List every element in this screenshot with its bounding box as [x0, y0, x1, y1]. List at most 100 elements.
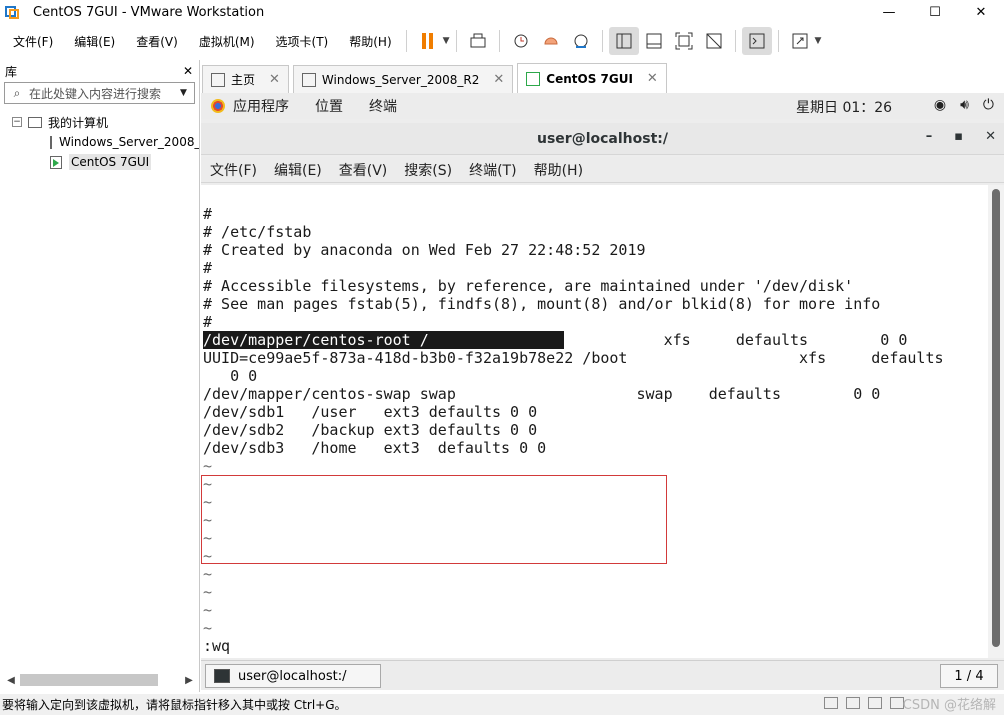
computer-icon: [28, 116, 42, 128]
snapshot-manager-icon: [574, 34, 588, 48]
library-title: 库: [5, 64, 18, 79]
terminal-menu-search[interactable]: 搜索(S): [404, 160, 452, 180]
tree-item-windows-server[interactable]: Windows_Server_2008_R2: [0, 132, 199, 152]
menu-help[interactable]: 帮助(H): [336, 33, 399, 50]
terminal-menu-help[interactable]: 帮助(H): [534, 160, 583, 180]
stretch-icon: [792, 33, 808, 49]
hard-disk-icon[interactable]: [824, 697, 838, 709]
menu-vm[interactable]: 虚拟机(M): [186, 33, 263, 50]
terminal-menu-file[interactable]: 文件(F): [210, 160, 257, 180]
send-ctrl-alt-del-button[interactable]: [463, 27, 493, 55]
library-horizontal-scrollbar[interactable]: ◀ ▶: [4, 672, 196, 688]
revert-snapshot-button[interactable]: [536, 27, 566, 55]
toolbar-separator: [601, 30, 603, 52]
library-search-input[interactable]: ⌕ 在此处键入内容进行搜索 ▼: [4, 82, 195, 104]
tree-item-label: Windows_Server_2008_R2: [59, 135, 199, 149]
gnome-menu-places[interactable]: 位置: [315, 96, 343, 116]
library-tree: − 我的计算机 Windows_Server_2008_R2 CentOS 7G…: [0, 112, 199, 172]
gnome-clock[interactable]: 星期日 01：26: [796, 97, 892, 117]
guest-display[interactable]: 应用程序 位置 终端 星期日 01：26 ◉ 🔊︎ ⏻ user@localho…: [201, 93, 1004, 690]
vm-tabs: 主页 ✕ Windows_Server_2008_R2 ✕ CentOS 7GU…: [202, 63, 671, 93]
tab-centos[interactable]: CentOS 7GUI ✕: [517, 63, 667, 93]
terminal-scrollbar[interactable]: [988, 185, 1004, 658]
power-dropdown-icon[interactable]: ▼: [443, 36, 450, 46]
stretch-guest-button[interactable]: [785, 27, 815, 55]
vm-running-icon: [526, 71, 541, 86]
scroll-thumb[interactable]: [992, 189, 1000, 647]
terminal-close-button[interactable]: ✕: [985, 129, 996, 144]
terminal-minimize-button[interactable]: –: [926, 129, 933, 144]
terminal-icon: [214, 669, 230, 683]
thumbnail-bar-button[interactable]: [639, 27, 669, 55]
console-view-button[interactable]: [741, 27, 772, 55]
terminal-line: 0 0: [203, 367, 258, 385]
menu-tabs[interactable]: 选项卡(T): [263, 33, 337, 50]
vm-icon: [301, 72, 316, 87]
taskbar-terminal-button[interactable]: user@localhost:/: [205, 664, 381, 688]
terminal-line: # /etc/fstab: [203, 223, 312, 241]
snapshot-button[interactable]: [506, 27, 536, 55]
status-message: 要将输入定向到该虚拟机，请将鼠标指针移入其中或按 Ctrl+G。: [2, 698, 347, 712]
fullscreen-icon: [675, 32, 693, 50]
terminal-line: UUID=ce99ae5f-873a-418d-b3b0-f32a19b78e2…: [203, 349, 944, 367]
fullscreen-button[interactable]: [669, 27, 699, 55]
keyboard-icon: [470, 33, 486, 48]
scroll-right-icon[interactable]: ▶: [182, 675, 196, 686]
scroll-thumb[interactable]: [20, 674, 158, 686]
network-icon[interactable]: [868, 697, 882, 709]
thumbnail-bar-icon: [646, 33, 662, 49]
tab-windows-server[interactable]: Windows_Server_2008_R2 ✕: [292, 65, 514, 93]
watermark: CSDN @花络解: [902, 698, 996, 713]
snapshot-manager-button[interactable]: [566, 27, 596, 55]
library-header: 库 ✕: [0, 60, 199, 82]
library-close-icon[interactable]: ✕: [183, 64, 193, 78]
terminal-title: user@localhost:/: [537, 131, 668, 147]
pause-icon: [422, 33, 434, 49]
toolbar-separator: [405, 30, 407, 52]
vim-empty-line: ~: [203, 583, 213, 601]
tab-home[interactable]: 主页 ✕: [202, 65, 289, 93]
accessibility-icon[interactable]: ◉: [934, 97, 946, 113]
power-icon[interactable]: ⏻: [983, 97, 994, 113]
workspace-pager[interactable]: 1 / 4: [940, 664, 998, 688]
scroll-left-icon[interactable]: ◀: [4, 675, 18, 686]
terminal-body[interactable]: # # /etc/fstab # Created by anaconda on …: [201, 185, 988, 658]
show-library-button[interactable]: [608, 27, 639, 55]
tab-close-icon[interactable]: ✕: [647, 71, 658, 86]
gnome-menu-terminal[interactable]: 终端: [369, 96, 397, 116]
search-icon: ⌕: [13, 85, 21, 100]
unity-button[interactable]: [699, 27, 729, 55]
tree-item-my-computer[interactable]: − 我的计算机: [0, 112, 199, 132]
revert-snapshot-icon: [544, 37, 558, 45]
terminal-line: # Created by anaconda on Wed Feb 27 22:4…: [203, 241, 646, 259]
cd-drive-icon[interactable]: [846, 697, 860, 709]
terminal-maximize-button[interactable]: ▪: [954, 129, 963, 144]
annotation-box: [201, 475, 667, 564]
maximize-button[interactable]: ☐: [912, 0, 958, 24]
volume-icon[interactable]: 🔊︎: [960, 97, 969, 113]
toolbar-separator: [734, 30, 736, 52]
pause-button[interactable]: [413, 27, 443, 55]
tree-item-centos[interactable]: CentOS 7GUI: [0, 152, 199, 172]
close-button[interactable]: ✕: [958, 0, 1004, 24]
taskbar-label: user@localhost:/: [238, 668, 347, 684]
tab-close-icon[interactable]: ✕: [269, 72, 280, 87]
stretch-dropdown-icon[interactable]: ▼: [815, 36, 822, 46]
tab-close-icon[interactable]: ✕: [493, 72, 504, 87]
window-title: CentOS 7GUI - VMware Workstation: [33, 4, 265, 20]
terminal-line: /dev/sdb2 /backup ext3 defaults 0 0: [203, 421, 538, 439]
gnome-menu-applications[interactable]: 应用程序: [233, 96, 289, 116]
terminal-line: # See man pages fstab(5), findfs(8), mou…: [203, 295, 881, 313]
collapse-icon[interactable]: −: [12, 117, 22, 127]
menu-edit[interactable]: 编辑(E): [61, 33, 123, 50]
minimize-button[interactable]: —: [866, 0, 912, 24]
terminal-menu-view[interactable]: 查看(V): [339, 160, 388, 180]
gnome-window-list: user@localhost:/ 1 / 4: [201, 660, 1004, 690]
chevron-down-icon[interactable]: ▼: [180, 88, 194, 98]
terminal-menu-terminal[interactable]: 终端(T): [469, 160, 516, 180]
terminal-menu-edit[interactable]: 编辑(E): [274, 160, 322, 180]
tab-label: Windows_Server_2008_R2: [321, 72, 480, 87]
terminal-line: #: [203, 259, 213, 277]
menu-file[interactable]: 文件(F): [0, 33, 61, 50]
menu-view[interactable]: 查看(V): [123, 33, 186, 50]
